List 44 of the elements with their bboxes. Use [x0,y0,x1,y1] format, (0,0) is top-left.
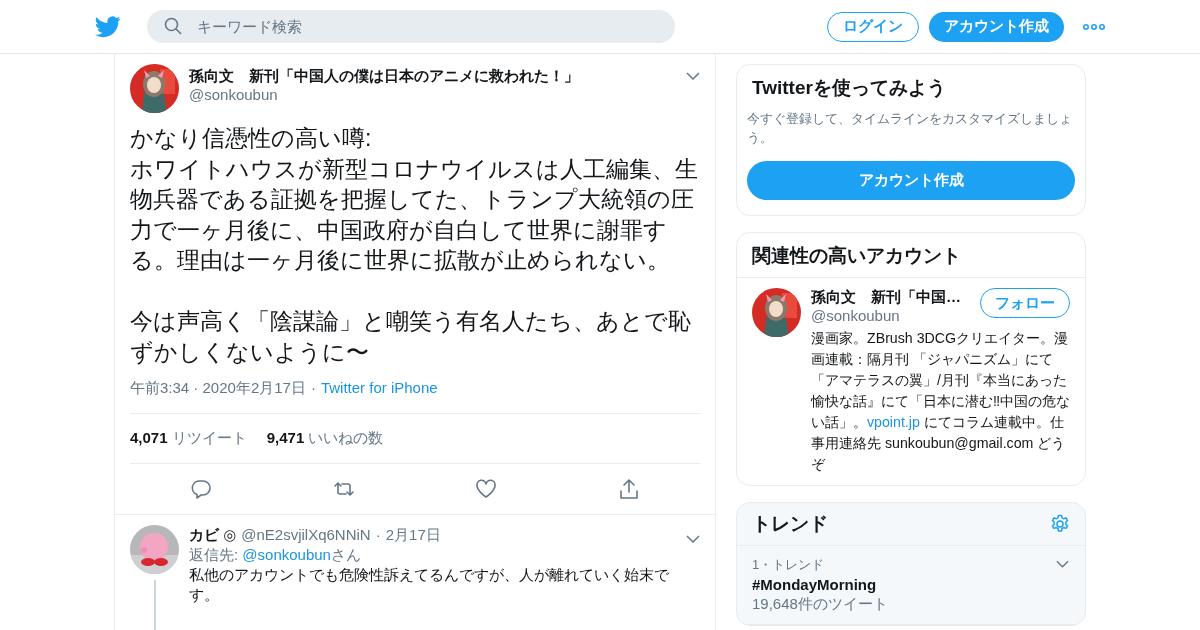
tweet-text: 今は声高く「陰謀論」と嘲笑う有名人たち、あとで恥ずかしくないように〜 [130,307,692,367]
trend-rank: 1・トレンド [752,556,825,574]
reply-icon[interactable] [190,478,213,500]
chevron-down-icon[interactable] [686,72,700,80]
stat-count[interactable]: 4,071 リツイート [130,429,247,448]
author-name[interactable]: 孫向文 新刊「中国人の僕は日本のアニメに救われた！」 [189,67,676,86]
tweet-text: かなり信憑性の高い噂: [130,124,373,153]
reply-author-handle[interactable]: @nE2svjilXq6NNiN [241,525,371,545]
separator-dot: · [310,379,316,398]
bio-link[interactable]: vpoint.jp [867,414,920,430]
trend-item[interactable]: 1・トレンド #MondayMorning 19,648件のツイート [737,546,1085,625]
chevron-down-icon[interactable] [1056,560,1069,568]
bird-logo-icon[interactable] [95,15,121,38]
card-description: 今すぐ登録して、タイムラインをカスタマイズしましょう。 [746,110,1073,147]
share-icon[interactable] [617,478,640,500]
author-handle[interactable]: @sonkoubun [189,86,676,103]
reply-date[interactable]: 2月17日 [385,525,441,545]
search-field[interactable]: キーワード検索 [147,10,675,43]
signup-button[interactable]: アカウント作成 [747,161,1075,200]
account-bio: 漫画家。ZBrush 3DCGクリエイター。漫画連載：隔月刊 「ジャパニズム」にて「アマテラスの翼」/月刊『本当にあった愉快な話』にて「日本に潜む‼中国の危ない話」。vpoint.jp にてコラム連載中。仕事用連絡先 sunkoubun@gmail.com どうぞ [811,329,1072,474]
chevron-down-icon[interactable] [686,535,700,543]
trend-name[interactable]: #MondayMorning [752,576,877,593]
tweet-text: ホワイトハウスが新型コロナウイルスは人工編集、生物兵器である証拠を把握してた、トランプ大統領の圧力で一ヶ月後に、中国政府が自白して世界に謝罪する。理由は一ヶ月後に世界に拡散が止められない。 [130,154,699,275]
replying-to-text: 返信先: @sonkoubunさん [189,545,362,565]
account-handle[interactable]: @sonkoubun [811,307,974,324]
tweet-timestamp[interactable]: 午前3:34 · 2020年2月17日 [130,379,306,398]
mention-link[interactable]: @sonkoubun [242,546,331,563]
source-link[interactable]: Twitter for iPhone [320,379,438,398]
trend-tweet-count: 19,648件のツイート [752,595,888,614]
card-title: Twitterを使ってみよう [751,76,947,100]
login-button[interactable]: ログイン [827,11,919,42]
signup-button[interactable]: アカウント作成 [929,11,1064,42]
card-title: トレンド [752,512,828,536]
settings-icon[interactable] [1050,514,1070,534]
stat-count[interactable]: 9,471 いいねの数 [266,429,384,448]
more-icon[interactable] [1083,23,1105,30]
heart-icon[interactable] [475,478,498,500]
search-icon [164,17,182,35]
reply-text: 私他のアカウントでも危険性訴えてるんですが、人が離れていく始末です。 [189,565,669,605]
card-title: 関連性の高いアカウント [737,233,1085,278]
separator-dot: · [375,525,381,545]
account-name[interactable]: 孫向文 新刊「中国… [811,288,974,307]
follow-button[interactable]: フォロー [980,288,1070,318]
reply-author-name[interactable]: カビ ◎ [189,525,237,545]
